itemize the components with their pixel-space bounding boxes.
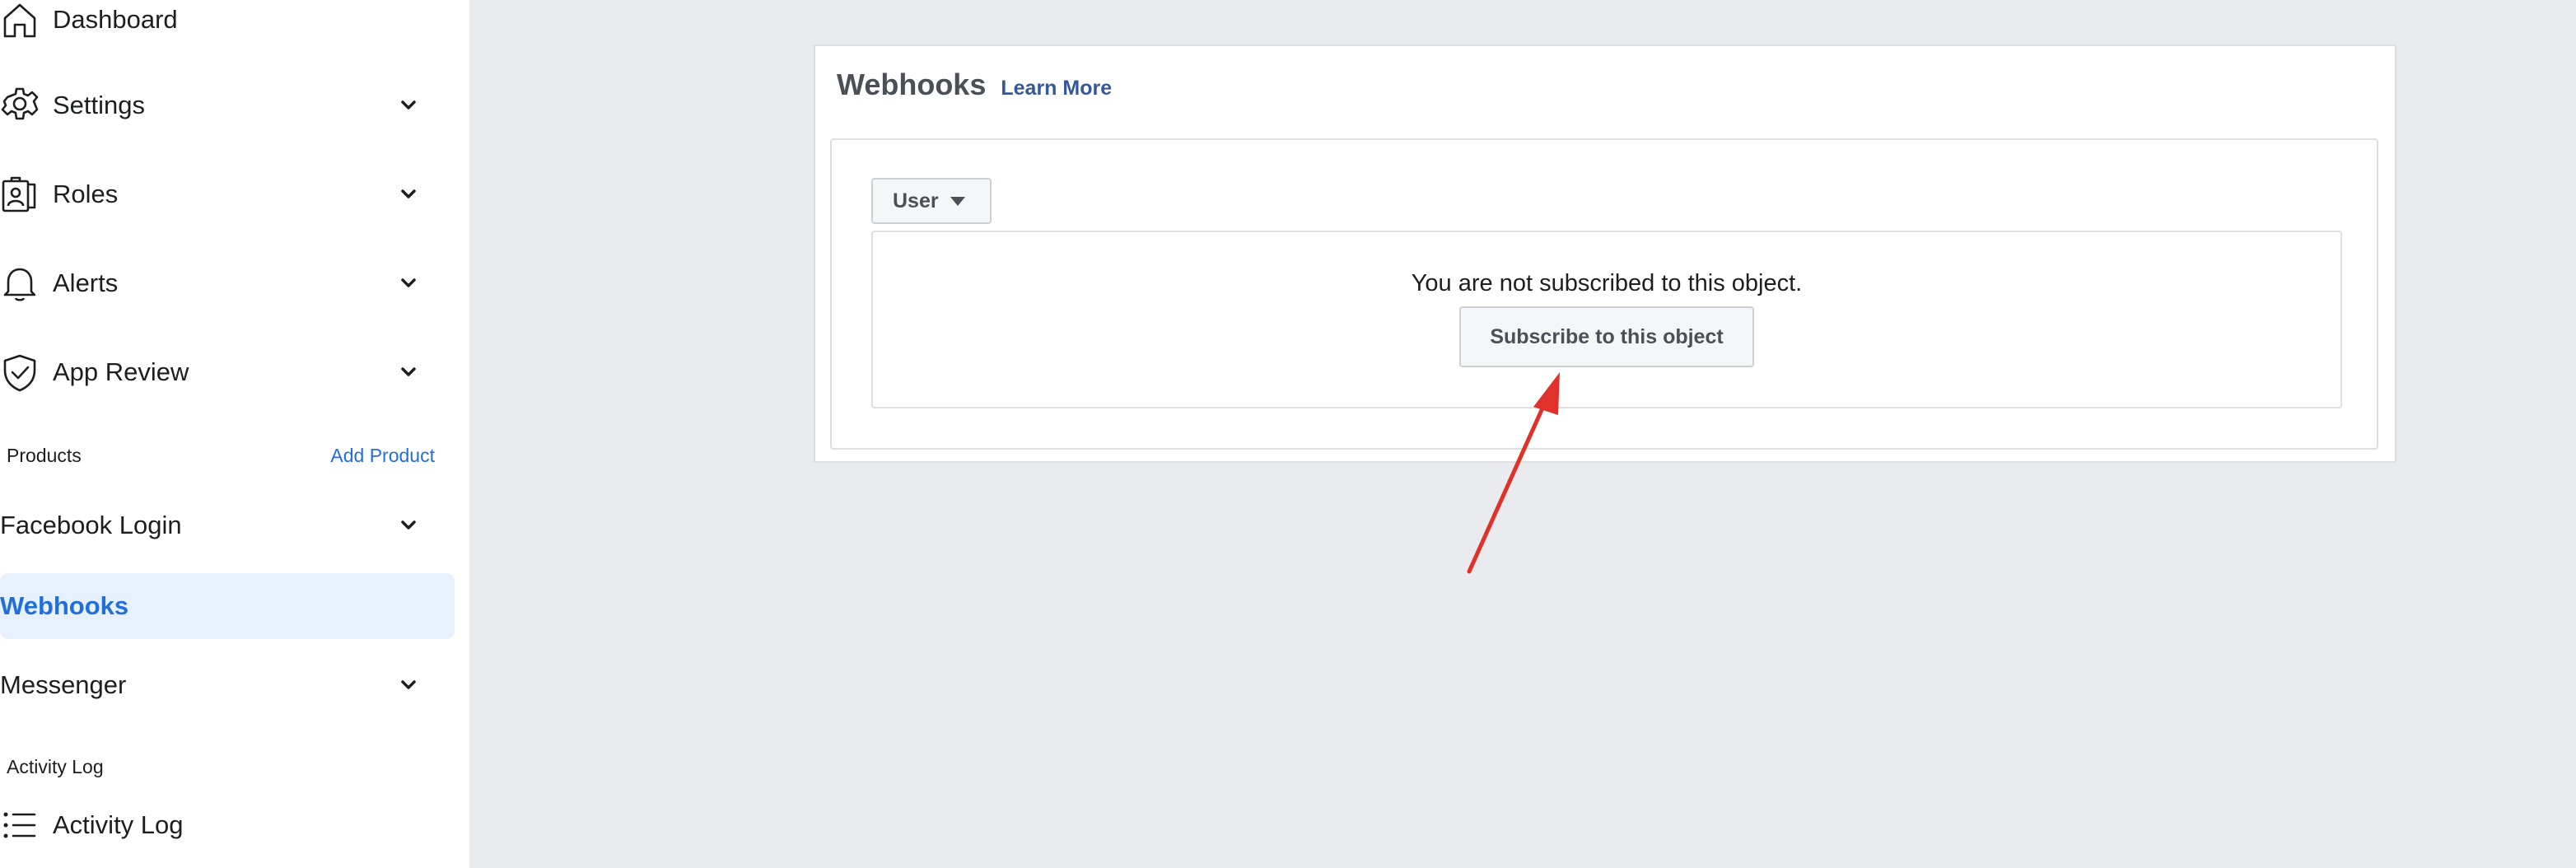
webhooks-panel: Webhooks Learn More User You are not sub… [814,44,2396,463]
sidebar-item-label: Settings [53,91,146,119]
sidebar-item-dashboard[interactable]: Dashboard [0,0,455,46]
gear-icon [0,86,40,125]
shield-check-icon [0,352,40,392]
sidebar-item-label: Facebook Login [0,511,182,539]
products-heading: Products [7,445,82,466]
sidebar-item-webhooks[interactable]: Webhooks [0,573,455,639]
sidebar-item-label: Activity Log [53,810,184,839]
sidebar-item-messenger[interactable]: Messenger [0,652,455,718]
sidebar-item-roles[interactable]: Roles [0,161,455,227]
id-badge-icon [0,175,40,214]
bell-icon [0,264,40,303]
subscription-status-message: You are not subscribed to this object. [1411,270,1803,296]
sidebar-item-label: Roles [53,180,119,208]
sidebar-item-label: Alerts [53,268,119,297]
chevron-down-icon [397,94,420,117]
sidebar-item-app-review[interactable]: App Review [0,339,455,405]
page-title: Webhooks Learn More [837,68,1112,102]
activity-log-heading: Activity Log [7,756,104,777]
sidebar-item-label: App Review [53,357,189,386]
subscription-panel: User You are not subscribed to this obje… [830,138,2378,450]
sidebar: Dashboard Settings Roles Alerts App Revi… [0,0,469,868]
list-icon [0,805,40,845]
subscribe-button[interactable]: Subscribe to this object [1459,306,1754,367]
caret-down-icon [950,196,965,206]
object-type-select[interactable]: User [871,178,992,224]
sidebar-item-facebook-login[interactable]: Facebook Login [0,492,455,558]
chevron-down-icon [397,674,420,697]
chevron-down-icon [397,183,420,206]
subscription-status-box: You are not subscribed to this object. S… [871,231,2342,408]
add-product-link[interactable]: Add Product [330,445,435,467]
sidebar-item-alerts[interactable]: Alerts [0,250,455,316]
page-title-text: Webhooks [837,68,987,101]
annotation-arrow [1467,372,1560,574]
sidebar-item-settings[interactable]: Settings [0,72,455,138]
chevron-down-icon [397,514,420,537]
chevron-down-icon [397,361,420,384]
sidebar-item-label: Messenger [0,670,127,699]
sidebar-item-activity-log[interactable]: Activity Log [0,792,455,858]
object-type-value: User [893,189,939,212]
home-icon [0,0,40,40]
chevron-down-icon [397,272,420,295]
sidebar-item-label: Webhooks [0,591,129,620]
learn-more-link[interactable]: Learn More [1001,77,1112,100]
sidebar-item-label: Dashboard [53,5,178,34]
